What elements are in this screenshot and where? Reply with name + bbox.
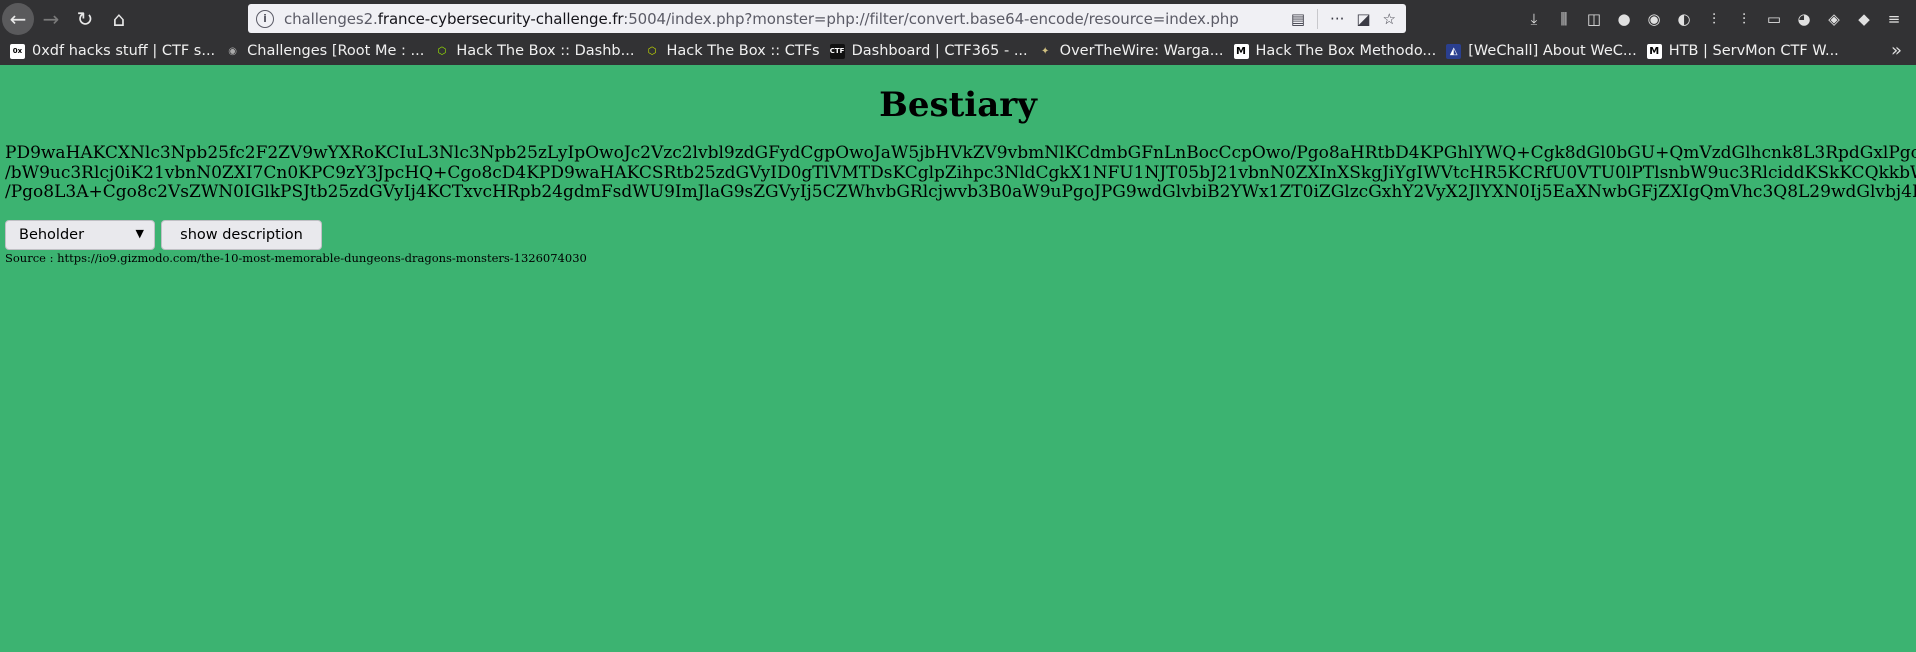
bookmark-item[interactable]: ✦ OverTheWire: Warga... [1037, 43, 1224, 59]
extension-icon[interactable]: ◐ [1674, 10, 1694, 28]
favicon-icon: M [1646, 43, 1662, 59]
extension-icon[interactable]: ⫶ [1734, 10, 1754, 28]
page-actions-icon[interactable]: ··· [1330, 10, 1344, 28]
bookmark-item[interactable]: M HTB | ServMon CTF W... [1646, 43, 1839, 59]
favicon-icon: CTF [829, 43, 845, 59]
extension-icon[interactable]: ◆ [1854, 10, 1874, 28]
page-content: Bestiary PD9waHAKCXNlc3Npb25fc2F2ZV9wYXR… [0, 65, 1916, 652]
page-title: Bestiary [879, 85, 1037, 125]
monster-controls: Beholder ▼ show description [5, 220, 322, 250]
url-domain: france-cybersecurity-challenge.fr [377, 9, 624, 28]
bookmarks-bar: 0x 0xdf hacks stuff | CTF s... ◉ Challenges… [0, 37, 1916, 65]
favicon-icon: ⬡ [434, 43, 450, 59]
url-subdomain: challenges2. [284, 9, 378, 28]
reload-button[interactable]: ↻ [68, 2, 102, 36]
bookmark-label: HTB | ServMon CTF W... [1668, 43, 1839, 59]
monster-select[interactable]: Beholder ▼ [5, 220, 155, 250]
bookmark-label: [WeChall] About WeC... [1468, 43, 1637, 59]
home-button[interactable]: ⌂ [102, 2, 136, 36]
bookmark-label: Hack The Box :: Dashb... [456, 43, 635, 59]
bookmarks-overflow-icon[interactable]: » [1891, 40, 1902, 61]
bookmark-label: Challenges [Root Me : ... [247, 43, 425, 59]
favicon-icon: M [1233, 43, 1249, 59]
monster-select-value: Beholder [19, 227, 85, 243]
url-divider [1317, 8, 1319, 29]
bookmark-item[interactable]: ⬡ Hack The Box :: CTFs [644, 43, 820, 59]
bookmark-item[interactable]: M Hack The Box Methodo... [1233, 43, 1437, 59]
favicon-icon: ✦ [1037, 43, 1053, 59]
pocket-icon[interactable]: ◪ [1356, 10, 1370, 28]
url-text[interactable]: challenges2.france-cybersecurity-challen… [284, 10, 1291, 28]
forward-button[interactable]: → [34, 2, 68, 36]
source-citation: Source : https://io9.gizmodo.com/the-10-… [5, 251, 587, 265]
favicon-icon: 0x [10, 43, 25, 59]
bookmark-star-icon[interactable]: ☆ [1383, 10, 1396, 28]
site-info-icon[interactable]: i [256, 9, 274, 28]
base64-line: /bW9uc3Rlcj0iK21vbnN0ZXI7Cn0KPC9zY3JpcHQ… [5, 162, 1916, 183]
base64-output: PD9waHAKCXNlc3Npb25fc2F2ZV9wYXRoKCIuL3Nl… [5, 144, 1916, 206]
bookmark-label: Dashboard | CTF365 - ... [851, 43, 1028, 59]
arrow-left-icon: ← [9, 6, 27, 31]
reload-icon: ↻ [76, 6, 94, 31]
base64-line: /Pgo8L3A+Cgo8c2VsZWN0IGlkPSJtb25zdGVyIj4… [5, 182, 1916, 202]
extension-icon[interactable]: ⫶ [1704, 10, 1724, 28]
ublock-icon[interactable]: ◉ [1644, 10, 1664, 28]
bookmark-label: 0xdf hacks stuff | CTF s... [32, 43, 216, 59]
bookmark-item[interactable]: ◉ Challenges [Root Me : ... [225, 43, 424, 59]
home-icon: ⌂ [112, 6, 126, 31]
extension-icon[interactable]: ◈ [1824, 10, 1844, 28]
extension-icon[interactable]: ◕ [1794, 10, 1814, 28]
show-description-button[interactable]: show description [161, 220, 322, 250]
favicon-icon: ⬡ [644, 43, 660, 59]
account-icon[interactable]: ● [1614, 10, 1634, 28]
url-path: :5004/index.php?monster=php://filter/con… [623, 9, 1239, 28]
back-button[interactable]: ← [2, 2, 34, 35]
library-icon[interactable]: ⫼ [1554, 10, 1574, 28]
bookmark-item[interactable]: ◭ [WeChall] About WeC... [1446, 43, 1637, 59]
sidebar-icon[interactable]: ◫ [1584, 10, 1604, 28]
download-icon[interactable]: ⤓ [1524, 10, 1544, 28]
favicon-icon: ◭ [1446, 43, 1462, 59]
bookmark-label: OverTheWire: Warga... [1059, 43, 1224, 59]
favicon-icon: ◉ [225, 43, 241, 59]
bookmark-item[interactable]: ⬡ Hack The Box :: Dashb... [434, 43, 634, 59]
base64-line: PD9waHAKCXNlc3Npb25fc2F2ZV9wYXRoKCIuL3Nl… [5, 144, 1916, 163]
url-actions: ▤ ··· ◪ ☆ [1291, 8, 1406, 29]
chevron-down-icon: ▼ [135, 227, 144, 240]
bookmark-item[interactable]: 0x 0xdf hacks stuff | CTF s... [10, 43, 215, 59]
toolbar-right-icons: ⤓ ⫼ ◫ ● ◉ ◐ ⫶ ⫶ ▭ ◕ ◈ ◆ ≡ [1524, 0, 1916, 37]
arrow-right-icon: → [42, 6, 60, 31]
bookmark-item[interactable]: CTF Dashboard | CTF365 - ... [829, 43, 1028, 59]
bookmark-label: Hack The Box Methodo... [1255, 43, 1437, 59]
bookmark-label: Hack The Box :: CTFs [666, 43, 820, 59]
reader-view-icon[interactable]: ▤ [1291, 10, 1305, 28]
browser-toolbar: ← → ↻ ⌂ i challenges2.france-cybersecuri… [0, 0, 1916, 37]
address-bar[interactable]: i challenges2.france-cybersecurity-chall… [248, 4, 1406, 33]
cast-icon[interactable]: ▭ [1764, 10, 1784, 28]
menu-icon[interactable]: ≡ [1884, 10, 1904, 28]
